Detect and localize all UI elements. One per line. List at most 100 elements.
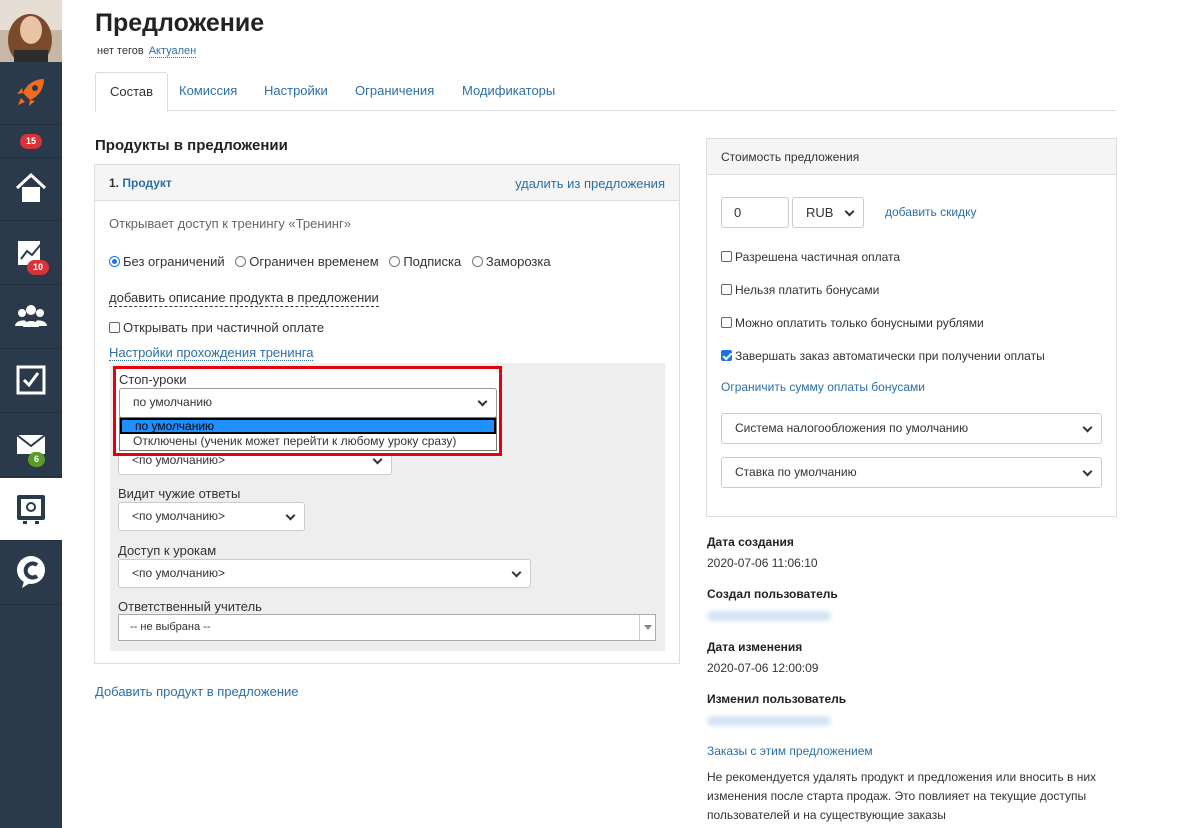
- currency-value: RUB: [806, 205, 834, 220]
- tab-modifiers[interactable]: Модификаторы: [448, 72, 569, 111]
- tab-commission[interactable]: Комиссия: [165, 72, 251, 111]
- add-product-link[interactable]: Добавить продукт в предложение: [95, 684, 299, 699]
- pricing-title: Стоимость предложения: [707, 139, 1116, 175]
- sidebar-item-home[interactable]: [0, 158, 62, 221]
- stop-lessons-dropdown-list: по умолчанию Отключены (ученик может пер…: [119, 417, 497, 451]
- tax-rate-select[interactable]: Ставка по умолчанию: [721, 457, 1102, 488]
- chevron-down-icon: [1082, 466, 1093, 477]
- tax-rate-value: Ставка по умолчанию: [735, 465, 857, 479]
- tax-system-value: Система налогообложения по умолчанию: [735, 421, 969, 435]
- radio-freeze[interactable]: Заморозка: [471, 254, 551, 269]
- open-partial-label: Открывать при частичной оплате: [123, 320, 325, 335]
- radio-unlimited[interactable]: Без ограничений: [109, 254, 225, 269]
- product-name-link[interactable]: Продукт: [122, 176, 171, 190]
- orders-with-offer-link[interactable]: Заказы с этим предложением: [707, 744, 873, 758]
- product-number: 1.: [109, 176, 120, 190]
- sees-answers-label: Видит чужие ответы: [118, 486, 241, 501]
- tags-label: нет тегов: [97, 45, 144, 57]
- modified-by-label: Изменил пользователь: [707, 692, 847, 706]
- sidebar-item-tasks[interactable]: [0, 350, 62, 413]
- tab-composition[interactable]: Состав: [95, 72, 169, 112]
- products-section-title: Продукты в предложении: [95, 137, 288, 154]
- created-date-label: Дата создания: [707, 535, 794, 549]
- product-title: 1. Продукт: [109, 176, 172, 190]
- training-settings-link[interactable]: Настройки прохождения тренинга: [109, 345, 314, 361]
- add-discount-link[interactable]: добавить скидку: [885, 205, 976, 219]
- chevron-down-icon: [1082, 422, 1093, 433]
- no-bonus-label: Нельзя платить бонусами: [735, 283, 880, 297]
- tab-settings[interactable]: Настройки: [250, 72, 342, 111]
- sidebar: 15 10 6: [0, 0, 62, 828]
- triangle-down-icon: [639, 615, 655, 640]
- user-avatar[interactable]: [0, 0, 62, 62]
- sidebar-item-chat[interactable]: [0, 542, 62, 605]
- radio-freeze-label: Заморозка: [485, 254, 551, 269]
- training-settings-text: Настройки прохождения тренинга: [109, 345, 314, 361]
- tab-restrictions[interactable]: Ограничения: [341, 72, 448, 111]
- auto-complete-label: Завершать заказ автоматически при получе…: [735, 349, 1045, 363]
- status-link[interactable]: Актуален: [148, 45, 197, 58]
- sees-answers-value: <по умолчанию>: [132, 509, 226, 523]
- home-icon: [14, 171, 48, 208]
- page-title: Предложение: [95, 9, 265, 37]
- radio-time-limited-label: Ограничен временем: [249, 254, 379, 269]
- lessons-access-select[interactable]: <по умолчанию>: [118, 559, 531, 588]
- lessons-access-value: <по умолчанию>: [132, 566, 226, 580]
- teacher-label: Ответственный учитель: [118, 599, 262, 614]
- dropdown-option-default[interactable]: по умолчанию: [120, 418, 496, 434]
- sidebar-item-users[interactable]: [0, 286, 62, 349]
- sidebar-item-stats[interactable]: 10: [0, 222, 62, 285]
- bonus-only-label: Можно оплатить только бонусными рублями: [735, 316, 984, 330]
- safe-icon: [14, 491, 48, 528]
- sidebar-item-messages[interactable]: 6: [0, 414, 62, 477]
- rocket-icon: [14, 75, 48, 112]
- warning-note: Не рекомендуется удалять продукт и предл…: [707, 770, 1097, 822]
- radio-subscription-label: Подписка: [403, 254, 462, 269]
- sidebar-item-sales[interactable]: [0, 62, 62, 125]
- currency-select[interactable]: RUB: [792, 197, 864, 228]
- stop-lessons-value: по умолчанию: [133, 395, 213, 409]
- limit-bonus-link[interactable]: Ограничить сумму оплаты бонусами: [721, 380, 925, 394]
- product-panel-header: 1. Продукт удалить из предложения: [95, 165, 679, 201]
- sees-answers-select[interactable]: <по умолчанию>: [118, 502, 305, 531]
- modified-date-label: Дата изменения: [707, 640, 803, 654]
- messages-badge: 6: [28, 452, 46, 467]
- teacher-value: -- не выбрана --: [130, 621, 211, 633]
- sidebar-item-settings[interactable]: [0, 478, 62, 541]
- sidebar-badge-row: 15: [0, 126, 62, 158]
- teacher-select[interactable]: -- не выбрана --: [118, 614, 656, 641]
- chat-c-icon: [14, 555, 48, 592]
- partial-payment-checkbox[interactable]: Разрешена частичная оплата: [721, 250, 900, 264]
- price-input[interactable]: 0: [721, 197, 789, 228]
- no-bonus-checkbox[interactable]: Нельзя платить бонусами: [721, 283, 879, 297]
- access-text: Открывает доступ к тренингу «Тренинг»: [109, 216, 351, 231]
- chevron-down-icon: [844, 206, 855, 217]
- created-by-label: Создал пользователь: [707, 587, 838, 601]
- created-date-value: 2020-07-06 11:06:10: [707, 556, 818, 570]
- created-by-user-blurred: [707, 611, 831, 621]
- dropdown-option-disabled[interactable]: Отключены (ученик может перейти к любому…: [120, 434, 496, 450]
- notification-badge: 15: [19, 134, 42, 149]
- modified-date-value: 2020-07-06 12:00:09: [707, 661, 819, 675]
- auto-complete-checkbox[interactable]: Завершать заказ автоматически при получе…: [721, 349, 1045, 363]
- access-type-radios: Без ограничений Ограничен временем Подпи…: [109, 254, 551, 269]
- radio-unlimited-label: Без ограничений: [123, 254, 225, 269]
- chevron-down-icon: [477, 396, 488, 407]
- lessons-access-label: Доступ к урокам: [118, 543, 217, 558]
- bonus-only-checkbox[interactable]: Можно оплатить только бонусными рублями: [721, 316, 984, 330]
- radio-subscription[interactable]: Подписка: [389, 254, 461, 269]
- add-description-link[interactable]: добавить описание продукта в предложении: [109, 290, 379, 307]
- stop-lessons-label: Стоп-уроки: [119, 372, 187, 387]
- chevron-down-icon: [372, 454, 383, 465]
- tax-system-select[interactable]: Система налогообложения по умолчанию: [721, 413, 1102, 444]
- stats-badge: 10: [27, 260, 50, 275]
- radio-time-limited[interactable]: Ограничен временем: [235, 254, 379, 269]
- open-partial-checkbox[interactable]: Открывать при частичной оплате: [109, 320, 324, 335]
- users-icon: [14, 299, 48, 336]
- remove-product-link[interactable]: удалить из предложения: [515, 176, 665, 191]
- chevron-down-icon: [285, 510, 296, 521]
- modified-by-user-blurred: [707, 716, 831, 726]
- checkbox-icon: [14, 363, 48, 400]
- stop-lessons-select[interactable]: по умолчанию: [119, 388, 497, 418]
- tags-row: нет тегов Актуален: [97, 45, 197, 58]
